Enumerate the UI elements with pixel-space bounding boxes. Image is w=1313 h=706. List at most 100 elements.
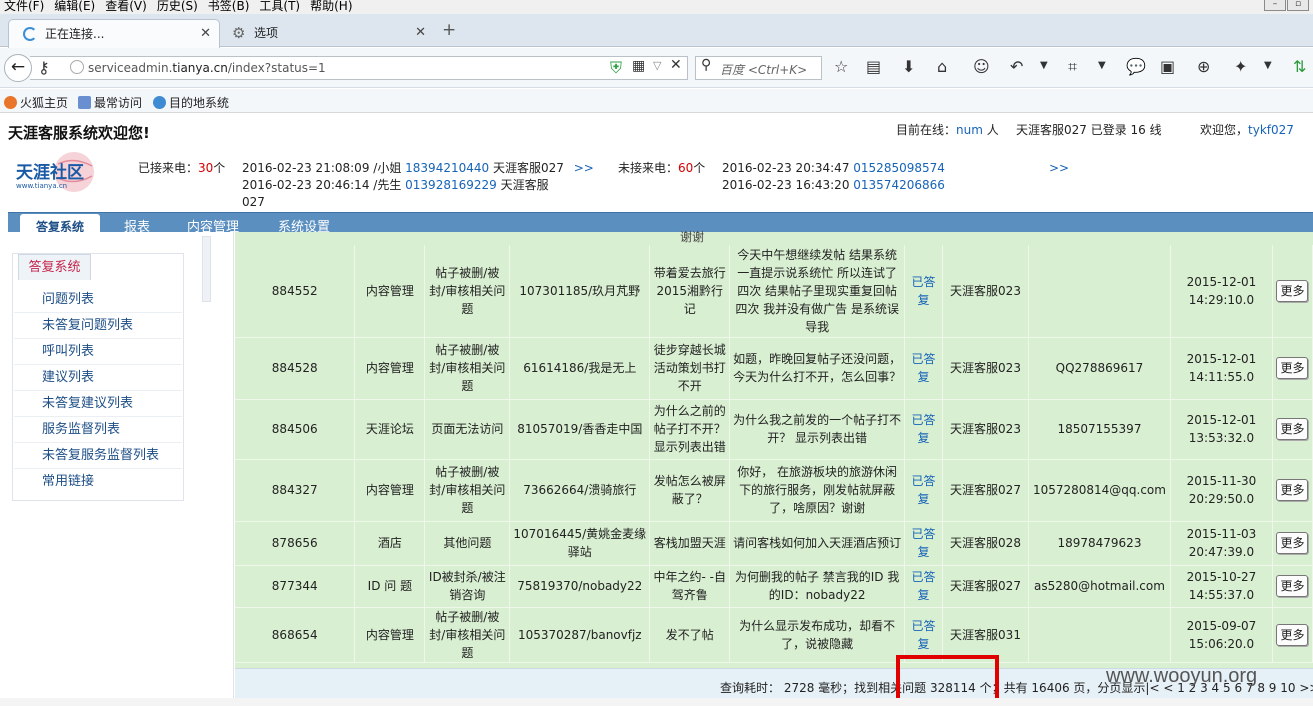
sidebar-item-call-list[interactable]: 呼叫列表	[14, 339, 182, 365]
cell-id: 884327	[235, 459, 356, 522]
folder-icon	[78, 96, 91, 109]
sidebar-item-common-links[interactable]: 常用链接	[14, 469, 182, 495]
more-button[interactable]: 更多	[1276, 479, 1309, 501]
frame-divider	[200, 232, 234, 706]
cell-content: 为什么显示发布成功，却看不了，说被隐藏	[729, 607, 906, 663]
undo-icon[interactable]: ↶	[1010, 57, 1023, 76]
menu-tools[interactable]: 工具(T)	[259, 0, 300, 13]
url-text[interactable]: serviceadmin.tianya.cn/index?status=1	[88, 61, 326, 75]
smiley-icon[interactable]: ☺	[973, 57, 990, 76]
cell-user: 107016445/黄姚金麦缘驿站	[509, 521, 651, 566]
chat-bubble-icon[interactable]: 💬	[1126, 57, 1146, 76]
online-status: 目前在线：num 人	[896, 123, 999, 137]
menu-file[interactable]: 文件(F)	[4, 0, 44, 13]
home-icon[interactable]: ⌂	[937, 57, 947, 76]
cell-agent: 天涯客服027	[942, 565, 1029, 608]
more-link[interactable]: >>	[1049, 160, 1069, 177]
cell-category: 酒店	[354, 521, 426, 566]
bookmark-firefox-home[interactable]: 火狐主页	[4, 94, 68, 111]
tab-reply-system[interactable]: 答复系统	[20, 214, 100, 234]
shield-icon[interactable]: ⛨	[610, 58, 622, 78]
cell-title: 带着爱去旅行2015湘黔行记	[649, 245, 731, 338]
sidebar-item-service-supervision[interactable]: 服务监督列表	[14, 417, 182, 443]
crop-dropdown-icon[interactable]: ▼	[1098, 60, 1106, 71]
crop-icon[interactable]: ⌗	[1068, 57, 1077, 77]
cell-content: 今天中午想继续发帖 结果系统一直提示说系统忙 所以连试了四次 结果帖子里现实重复…	[729, 245, 906, 338]
undo-dropdown-icon[interactable]: ▼	[1040, 60, 1048, 71]
download-arrow-icon[interactable]: ⬇	[902, 57, 915, 76]
more-button[interactable]: 更多	[1276, 279, 1309, 302]
cell-content: 为何删我的帖子 禁言我的ID 我的ID：nobady22	[729, 565, 906, 608]
sidebar-title: 答复系统	[18, 254, 91, 280]
tab-connecting[interactable]: 正在连接... ✕	[8, 19, 220, 48]
more-link[interactable]: >>	[574, 161, 594, 175]
scrollbar-thumb[interactable]	[202, 236, 211, 302]
network-icon[interactable]: ⊕	[1197, 57, 1210, 76]
sidebar-item-unanswered-suggestions[interactable]: 未答复建议列表	[14, 391, 182, 417]
cell-status[interactable]: 已答复	[904, 521, 944, 566]
puzzle-icon[interactable]: ✦	[1234, 57, 1247, 76]
answered-calls-label: 已接来电：30个	[138, 161, 226, 175]
phone-link[interactable]: 18394210440	[405, 161, 489, 175]
missed-call-row: 2016-02-23 16:43:20 013574206866	[722, 178, 945, 192]
phone-link[interactable]: 015285098574	[853, 161, 945, 175]
menu-edit[interactable]: 编辑(E)	[54, 0, 95, 13]
qrcode-icon[interactable]: ▦	[632, 58, 645, 74]
cell-status[interactable]: 已答复	[904, 459, 944, 522]
more-button[interactable]: 更多	[1276, 418, 1309, 440]
globe-icon	[153, 96, 166, 109]
back-arrow-icon[interactable]: ←	[4, 54, 32, 82]
cell-id: 884506	[235, 399, 356, 460]
cell-contact	[1028, 607, 1171, 663]
menu-dropdown-icon[interactable]: ▼	[1264, 60, 1272, 71]
more-button[interactable]: 更多	[1276, 532, 1309, 554]
close-tab-icon[interactable]: ✕	[415, 19, 426, 47]
phone-link[interactable]: 013928169229	[405, 178, 497, 192]
clear-url-icon[interactable]: ✕	[670, 57, 682, 73]
cell-status[interactable]: 已答复	[904, 399, 944, 460]
cell-category: 内容管理	[354, 459, 426, 522]
cell-contact: 18507155397	[1028, 399, 1171, 460]
phone-link[interactable]: 013574206866	[853, 178, 945, 192]
menu-bookmarks[interactable]: 书签(B)	[208, 0, 250, 13]
cell-title: 发帖怎么被屏蔽了？	[649, 459, 731, 522]
close-tab-icon[interactable]: ✕	[200, 20, 211, 48]
translate-icon[interactable]: ▣	[1160, 57, 1175, 76]
cell-time: 2015-12-01 13:53:32.0	[1170, 399, 1273, 460]
cell-status[interactable]: 已答复	[904, 245, 944, 338]
bookmark-destination[interactable]: 目的地系统	[153, 94, 229, 111]
new-tab-plus-icon[interactable]: +	[442, 20, 456, 40]
bookmark-star-icon[interactable]: ☆	[834, 57, 848, 76]
cell-type: ID被封杀/被注销咨询	[424, 565, 511, 608]
cell-time: 2015-10-27 14:55:37.0	[1170, 565, 1273, 608]
table-row: 878656 酒店 其他问题 107016445/黄姚金麦缘驿站 客栈加盟天涯 请问客栈如…	[235, 521, 1313, 566]
sidebar-item-question-list[interactable]: 问题列表	[14, 287, 182, 313]
cell-type: 帖子被删/被封/审核相关问题	[424, 337, 511, 400]
cell-status[interactable]: 已答复	[904, 607, 944, 663]
cell-status[interactable]: 已答复	[904, 337, 944, 400]
search-icon: ⚲	[701, 57, 712, 73]
tab-options[interactable]: ⚙ 选项 ✕	[226, 19, 434, 48]
bookmark-most-visited[interactable]: 最常访问	[78, 94, 142, 111]
more-button[interactable]: 更多	[1276, 575, 1309, 597]
cell-actions: 更多	[1272, 399, 1313, 460]
menu-view[interactable]: 查看(V)	[105, 0, 147, 13]
menu-help[interactable]: 帮助(H)	[310, 0, 352, 13]
cell-agent: 天涯客服023	[942, 399, 1029, 460]
sidebar-item-unanswered-supervision[interactable]: 未答复服务监督列表	[14, 443, 182, 469]
dropdown-arrow-icon[interactable]: ▽	[653, 59, 661, 72]
reading-list-icon[interactable]: ▤	[866, 57, 881, 76]
status-bar	[0, 698, 1313, 706]
cell-id: 878656	[235, 521, 356, 566]
sidebar-item-unanswered-questions[interactable]: 未答复问题列表	[14, 313, 182, 339]
minimize-icon[interactable]: –	[1264, 0, 1286, 11]
username-link[interactable]: tykf027	[1248, 123, 1294, 137]
sidebar-item-suggestion-list[interactable]: 建议列表	[14, 365, 182, 391]
svg-text:www.tianya.cn: www.tianya.cn	[16, 182, 67, 190]
sync-arrows-icon[interactable]: ⇅	[1293, 57, 1306, 76]
menu-history[interactable]: 历史(S)	[157, 0, 198, 13]
more-button[interactable]: 更多	[1276, 357, 1309, 379]
more-button[interactable]: 更多	[1276, 623, 1309, 646]
cell-status[interactable]: 已答复	[904, 565, 944, 608]
restore-icon[interactable]: ▫	[1287, 0, 1309, 11]
